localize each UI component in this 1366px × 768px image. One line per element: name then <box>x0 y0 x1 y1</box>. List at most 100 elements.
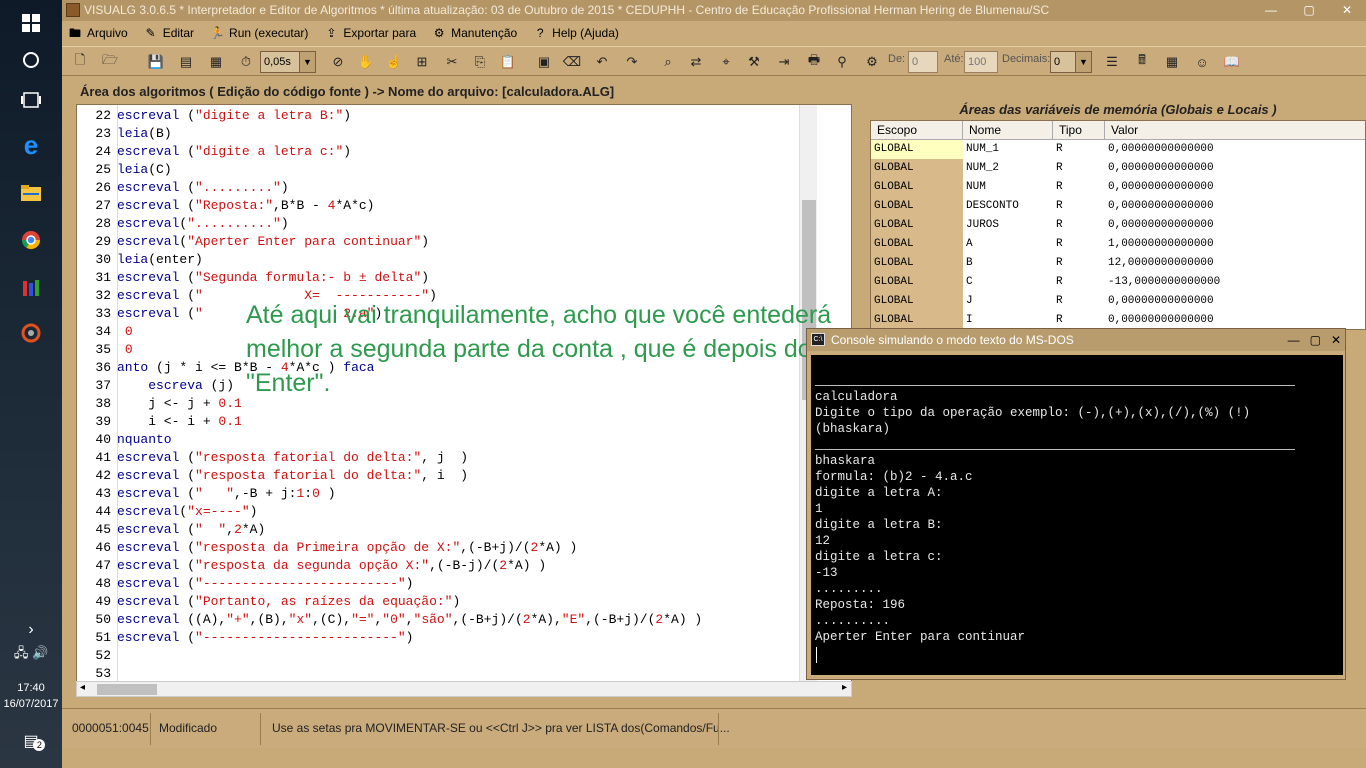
column-header-valor[interactable]: Valor <box>1105 121 1365 140</box>
variable-row[interactable]: GLOBAL B R 12,0000000000000 <box>871 254 1365 273</box>
find-next-icon[interactable]: ⌖ <box>716 52 736 72</box>
network-volume-icons[interactable]: 🖧 🔊 <box>0 632 62 678</box>
scroll-thumb[interactable] <box>97 684 157 695</box>
calculator-icon[interactable]: 🖩 <box>1132 52 1152 72</box>
tools-icon[interactable]: ⚙ <box>862 52 882 72</box>
variable-row[interactable]: GLOBAL NUM R 0,00000000000000 <box>871 178 1365 197</box>
maximize-button[interactable]: ▢ <box>1290 0 1328 21</box>
menu-help[interactable]: ? Help (Ajuda) <box>533 26 619 40</box>
menu-editar[interactable]: ✎ Editar <box>144 26 194 40</box>
console-maximize-button[interactable]: ▢ <box>1310 329 1321 351</box>
code-line[interactable]: 29 escreval("Aperter Enter para continuar… <box>77 233 429 251</box>
de-field[interactable]: 0 <box>908 51 938 73</box>
code-line[interactable]: 46 escreval ("resposta da Primeira opção … <box>77 539 577 557</box>
code-line[interactable]: 22 escreval ("digite a letra B:") <box>77 107 351 125</box>
replace-icon[interactable]: ⇄ <box>686 52 706 72</box>
chrome-icon[interactable] <box>0 217 62 263</box>
variables-table[interactable]: Escopo Nome Tipo Valor GLOBAL NUM_1 R 0,000… <box>870 120 1366 330</box>
list-icon[interactable]: ☰ <box>1102 52 1122 72</box>
window-titlebar[interactable]: VISUALG 3.0.6.5 * Interpretador e Editor… <box>62 0 1366 21</box>
console-output[interactable]: calculadora Digite o tipo da operação exe… <box>811 355 1343 675</box>
code-line[interactable]: 45 escreval (" ",2*A) <box>77 521 265 539</box>
code-line[interactable]: 47 escreval ("resposta da segunda opção X… <box>77 557 546 575</box>
code-line[interactable]: 26 escreval (".........") <box>77 179 288 197</box>
variable-row[interactable]: GLOBAL J R 0,00000000000000 <box>871 292 1365 311</box>
taskbar-time[interactable]: 17:40 <box>0 680 62 696</box>
code-line[interactable]: 48 escreval ("-------------------------") <box>77 575 413 593</box>
scroll-right-icon[interactable]: ▸ <box>842 682 847 693</box>
edge-browser-icon[interactable]: e <box>0 122 62 168</box>
save-icon[interactable]: 💾 <box>146 52 166 72</box>
speed-select[interactable]: 0,05s ▼ <box>260 51 316 73</box>
variable-row[interactable]: GLOBAL DESCONTO R 0,00000000000000 <box>871 197 1365 216</box>
code-line[interactable]: 39 i <- i + 0.1 <box>77 413 241 431</box>
scroll-left-icon[interactable]: ◂ <box>80 682 85 693</box>
console-minimize-button[interactable]: — <box>1288 329 1300 351</box>
redo-icon[interactable]: ↷ <box>622 52 642 72</box>
hand-icon[interactable]: ✋ <box>356 52 376 72</box>
editor-horizontal-scrollbar[interactable]: ◂ ▸ <box>76 681 852 697</box>
select-all-icon[interactable]: ▣ <box>534 52 554 72</box>
user-icon[interactable]: ☺ <box>1192 52 1212 72</box>
column-header-nome[interactable]: Nome <box>963 121 1053 140</box>
book-icon[interactable]: 📖 <box>1222 52 1242 72</box>
new-file-icon[interactable]: 🗋 <box>70 52 90 72</box>
code-line[interactable]: 23 leia(B) <box>77 125 171 143</box>
visualg-taskbar-icon[interactable] <box>0 265 62 311</box>
code-line[interactable]: 34 0 <box>77 323 132 341</box>
undo-icon[interactable]: ↶ <box>592 52 612 72</box>
zoom-icon[interactable]: ⚲ <box>832 52 852 72</box>
hand-step-icon[interactable]: ☝ <box>384 52 404 72</box>
print-preview-icon[interactable]: ▤ <box>176 52 196 72</box>
code-line[interactable]: 43 escreval (" ",-B + j:1:0 ) <box>77 485 335 503</box>
code-line[interactable]: 40 nquanto <box>77 431 171 449</box>
console-titlebar[interactable]: C:\ Console simulando o modo texto do MS… <box>807 329 1345 351</box>
delete-icon[interactable]: ⌫ <box>562 52 582 72</box>
menu-arquivo[interactable]: 🖿 Arquivo <box>68 26 128 40</box>
code-line[interactable]: 41 escreval ("resposta fatorial do delta:… <box>77 449 468 467</box>
find-icon[interactable]: ⌕ <box>658 52 678 72</box>
taskbar-date[interactable]: 16/07/2017 <box>0 696 62 712</box>
insert-icon[interactable]: ⊞ <box>412 52 432 72</box>
ate-field[interactable]: 100 <box>964 51 998 73</box>
code-line[interactable]: 30 leia(enter) <box>77 251 202 269</box>
menu-manutencao[interactable]: ⚙ Manutenção <box>432 26 517 40</box>
decimais-select[interactable]: 0 ▼ <box>1050 51 1092 73</box>
menu-exportar[interactable]: ⇪ Exportar para <box>324 26 416 40</box>
code-line[interactable]: 28 escreval("..........") <box>77 215 288 233</box>
code-line[interactable]: 51 escreval ("-------------------------") <box>77 629 413 647</box>
menu-run[interactable]: 🏃 Run (executar) <box>210 26 308 40</box>
code-line[interactable]: 38 j <- j + 0.1 <box>77 395 241 413</box>
code-line[interactable]: 49 escreval ("Portanto, as raízes da equa… <box>77 593 460 611</box>
task-view-icon[interactable] <box>0 77 62 123</box>
column-header-tipo[interactable]: Tipo <box>1053 121 1105 140</box>
paste-icon[interactable]: 📋 <box>498 52 518 72</box>
format-icon[interactable]: ⚒ <box>744 52 764 72</box>
app-ring-icon[interactable] <box>0 310 62 356</box>
variable-row[interactable]: GLOBAL A R 1,00000000000000 <box>871 235 1365 254</box>
console-close-button[interactable]: ✕ <box>1331 329 1341 351</box>
variable-row[interactable]: GLOBAL C R -13,0000000000000 <box>871 273 1365 292</box>
minimize-button[interactable]: — <box>1252 0 1290 21</box>
cut-icon[interactable]: ✂ <box>442 52 462 72</box>
code-line[interactable]: 37 escreva (j) <box>77 377 234 395</box>
copy-icon[interactable]: ⎘ <box>470 52 490 72</box>
code-line[interactable]: 53 <box>77 665 117 681</box>
code-line[interactable]: 31 escreval ("Segunda formula:- b ± delta… <box>77 269 429 287</box>
column-header-escopo[interactable]: Escopo <box>871 121 963 140</box>
compile-icon[interactable]: ▦ <box>206 52 226 72</box>
code-line[interactable]: 27 escreval ("Reposta:",B*B - 4*A*c) <box>77 197 374 215</box>
variable-row[interactable]: GLOBAL JUROS R 0,00000000000000 <box>871 216 1365 235</box>
code-line[interactable]: 50 escreval ((A),"+",(B),"x",(C),"=","0",… <box>77 611 702 629</box>
indent-icon[interactable]: ⇥ <box>774 52 794 72</box>
timer-icon[interactable]: ⏱ <box>236 52 256 72</box>
close-button[interactable]: ✕ <box>1328 0 1366 21</box>
notification-center-icon[interactable]: ▤ 2 <box>0 718 62 764</box>
variable-row[interactable]: GLOBAL NUM_2 R 0,00000000000000 <box>871 159 1365 178</box>
code-line[interactable]: 44 escreval("x=----") <box>77 503 257 521</box>
variable-row[interactable]: GLOBAL NUM_1 R 0,00000000000000 <box>871 140 1365 159</box>
stop-icon[interactable]: ⊘ <box>328 52 348 72</box>
code-line[interactable]: 24 escreval ("digite a letra c:") <box>77 143 351 161</box>
table-icon[interactable]: ▦ <box>1162 52 1182 72</box>
console-window[interactable]: C:\ Console simulando o modo texto do MS… <box>806 328 1346 680</box>
